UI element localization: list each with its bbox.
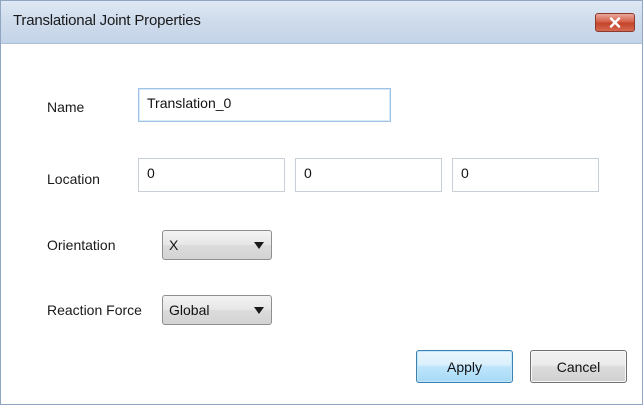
reaction-force-dropdown[interactable]: Global xyxy=(162,295,272,325)
location-x-input[interactable]: 0 xyxy=(138,158,285,192)
cancel-button[interactable]: Cancel xyxy=(530,350,627,383)
dropdown-arrow-icon xyxy=(254,307,264,314)
close-x-icon xyxy=(609,17,621,28)
location-y-input[interactable]: 0 xyxy=(295,158,442,192)
apply-button[interactable]: Apply xyxy=(416,350,513,383)
close-button[interactable] xyxy=(595,13,635,32)
location-label: Location xyxy=(47,171,100,187)
name-label: Name xyxy=(47,99,85,115)
dropdown-arrow-icon xyxy=(254,242,264,249)
name-input[interactable]: Translation_0 xyxy=(138,88,391,122)
orientation-dropdown[interactable]: X xyxy=(162,230,272,260)
reaction-force-label: Reaction Force xyxy=(47,302,142,318)
orientation-selected-value: X xyxy=(169,237,179,253)
reaction-force-selected-value: Global xyxy=(169,302,210,318)
translational-joint-properties-dialog: Translational Joint Properties Name Tran… xyxy=(0,0,643,405)
location-z-input[interactable]: 0 xyxy=(452,158,599,192)
cancel-button-label: Cancel xyxy=(556,358,601,375)
window-title: Translational Joint Properties xyxy=(13,12,201,29)
apply-button-label: Apply xyxy=(446,358,483,375)
title-bar[interactable]: Translational Joint Properties xyxy=(1,1,642,44)
orientation-label: Orientation xyxy=(47,237,116,253)
